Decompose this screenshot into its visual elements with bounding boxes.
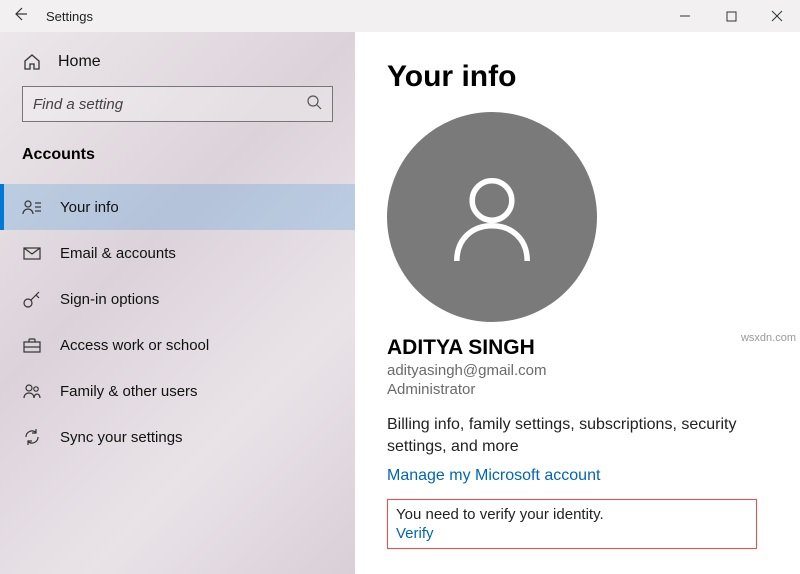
your-info-icon <box>22 197 42 217</box>
category-label: Accounts <box>0 132 355 174</box>
maximize-button[interactable] <box>708 0 754 32</box>
sidebar-item-label: Sign-in options <box>60 291 159 308</box>
watermark: wsxdn.com <box>741 332 796 344</box>
key-icon <box>22 289 42 309</box>
verify-box: You need to verify your identity. Verify <box>387 499 757 549</box>
nav-home[interactable]: Home <box>0 42 355 86</box>
email-icon <box>22 243 42 263</box>
verify-message: You need to verify your identity. <box>396 506 748 523</box>
user-icon <box>437 162 547 272</box>
user-name: ADITYA SINGH <box>387 336 780 360</box>
titlebar: Settings <box>0 0 800 32</box>
sidebar-item-sync-settings[interactable]: Sync your settings <box>0 414 355 460</box>
search-input[interactable] <box>33 96 306 113</box>
minimize-button[interactable] <box>662 0 708 32</box>
home-icon <box>22 52 42 72</box>
sidebar-item-label: Sync your settings <box>60 429 183 446</box>
main-panel: Your info ADITYA SINGH adityasingh@gmail… <box>355 32 800 574</box>
sidebar-item-your-info[interactable]: Your info <box>0 184 355 230</box>
sidebar-item-label: Family & other users <box>60 383 198 400</box>
sidebar-item-family-users[interactable]: Family & other users <box>0 368 355 414</box>
avatar <box>387 112 597 322</box>
close-button[interactable] <box>754 0 800 32</box>
page-title: Your info <box>387 60 780 94</box>
sync-icon <box>22 427 42 447</box>
search-box[interactable] <box>22 86 333 122</box>
sidebar: Home Accounts Your info Emai <box>0 32 355 574</box>
sidebar-item-signin-options[interactable]: Sign-in options <box>0 276 355 322</box>
user-email: adityasingh@gmail.com <box>387 362 780 379</box>
search-icon <box>306 94 322 114</box>
window-title: Settings <box>46 9 93 24</box>
sidebar-item-label: Email & accounts <box>60 245 176 262</box>
manage-account-link[interactable]: Manage my Microsoft account <box>387 467 600 485</box>
briefcase-icon <box>22 335 42 355</box>
back-icon[interactable] <box>12 6 28 26</box>
sidebar-item-email-accounts[interactable]: Email & accounts <box>0 230 355 276</box>
sidebar-item-label: Access work or school <box>60 337 209 354</box>
nav-home-label: Home <box>58 53 101 71</box>
verify-link[interactable]: Verify <box>396 525 434 542</box>
sidebar-item-access-work-school[interactable]: Access work or school <box>0 322 355 368</box>
sidebar-item-label: Your info <box>60 199 119 216</box>
billing-text: Billing info, family settings, subscript… <box>387 414 780 457</box>
user-role: Administrator <box>387 381 780 398</box>
people-icon <box>22 381 42 401</box>
